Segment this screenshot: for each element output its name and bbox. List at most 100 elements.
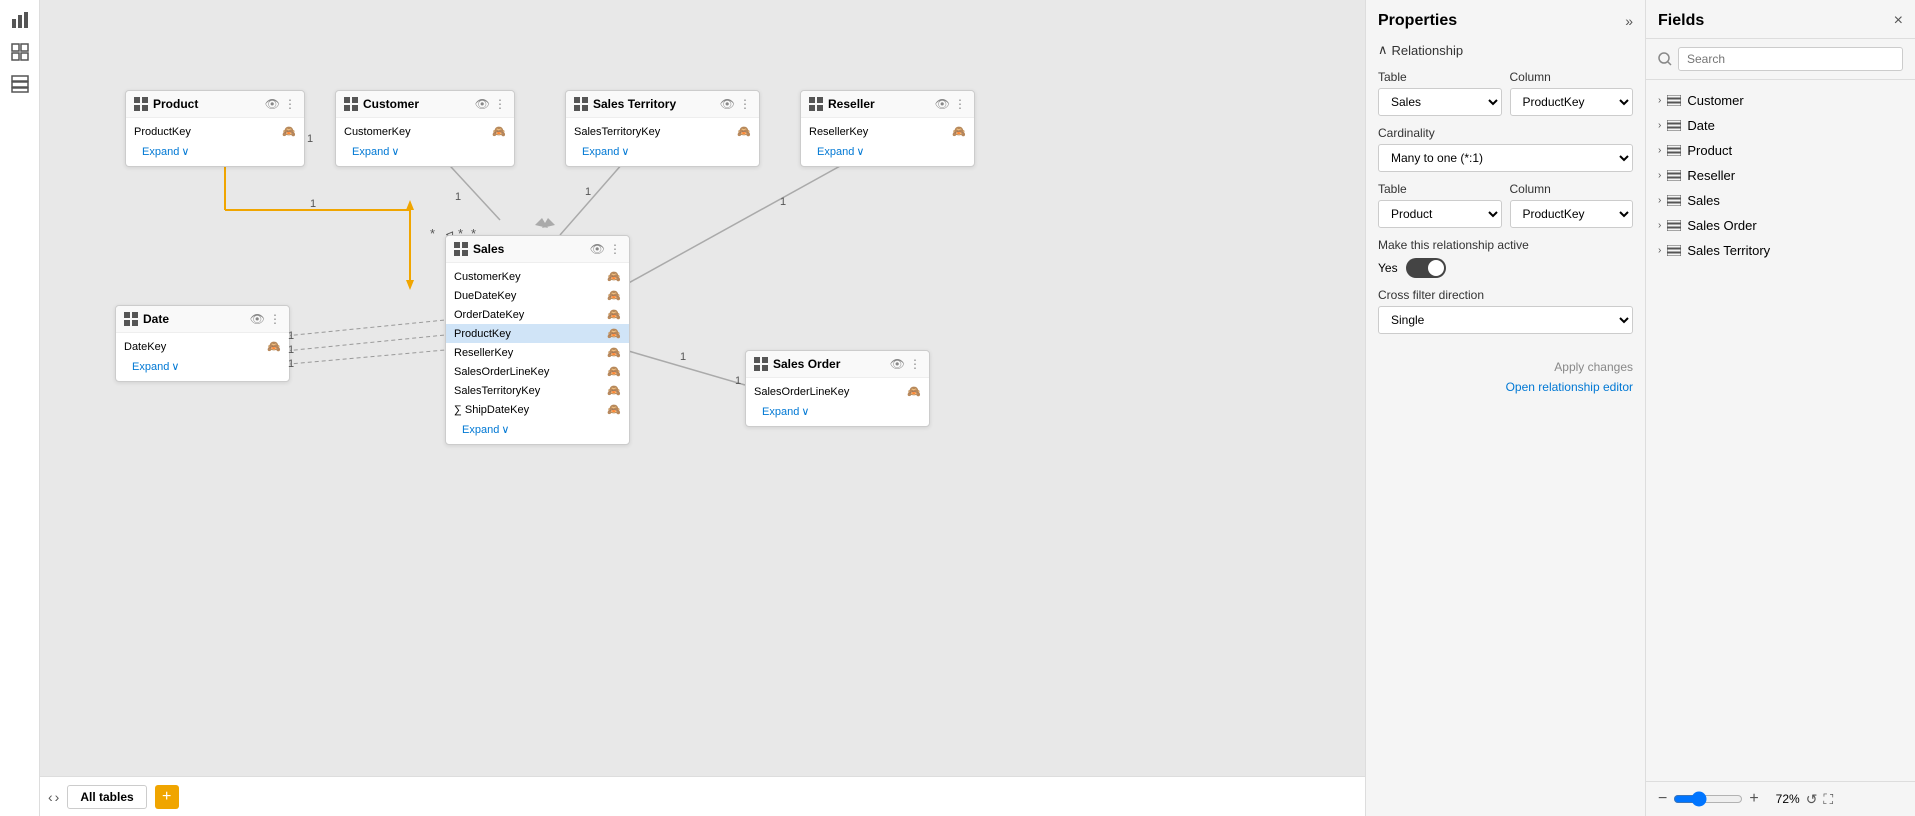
column-select-2[interactable]: ProductKey <box>1510 200 1634 228</box>
table-select-2[interactable]: Product Sales Customer Reseller Date Sal… <box>1378 200 1502 228</box>
sales-field-duedatekey[interactable]: DueDateKey 🙈 <box>454 286 621 305</box>
customer-more-icon[interactable]: ⋮ <box>494 97 506 111</box>
table-date-header[interactable]: Date 👁 ⋮ <box>116 306 289 333</box>
fields-panel: Fields × › Customer › Date › Product › R… <box>1645 0 1915 816</box>
field-item-date[interactable]: › Date <box>1646 113 1915 138</box>
active-label: Make this relationship active <box>1378 238 1633 252</box>
sales-field-productkey[interactable]: ProductKey 🙈 <box>446 324 629 343</box>
fit-icon-btn[interactable]: ⛶ <box>1823 791 1833 808</box>
table-select-1[interactable]: Sales Customer Product Reseller Date Sal… <box>1378 88 1502 116</box>
customer-customerkey-hidden-icon: 🙈 <box>492 125 506 138</box>
sales-field-resellerkey[interactable]: ResellerKey 🙈 <box>454 343 621 362</box>
tab-prev-btn[interactable]: ‹ <box>48 789 53 805</box>
zoom-minus-btn[interactable]: − <box>1658 790 1667 808</box>
customer-expand[interactable]: Expand ∨ <box>344 141 506 162</box>
fields-header: Fields × <box>1646 0 1915 39</box>
fields-list: › Customer › Date › Product › Reseller ›… <box>1646 80 1915 781</box>
salesterritory-more-icon[interactable]: ⋮ <box>739 97 751 111</box>
salesorder-eye-icon[interactable]: 👁 <box>890 357 905 371</box>
sales-field-salesterritorykey[interactable]: SalesTerritoryKey 🙈 <box>454 381 621 400</box>
salesterritory-expand[interactable]: Expand ∨ <box>574 141 751 162</box>
reseller-more-icon[interactable]: ⋮ <box>954 97 966 111</box>
canvas-area: 1 1 1 1 * * * 1 1 1 1 <box>40 0 1365 816</box>
table-customer-header[interactable]: Customer 👁 ⋮ <box>336 91 514 118</box>
zoom-value: 72% <box>1765 792 1800 806</box>
sales-field-orderdatekey[interactable]: OrderDateKey 🙈 <box>454 305 621 324</box>
section-collapse-icon[interactable]: ∧ <box>1378 42 1388 58</box>
apply-changes-link[interactable]: Apply changes <box>1554 360 1633 374</box>
bar-chart-icon[interactable] <box>8 8 32 32</box>
grid-icon[interactable] <box>8 40 32 64</box>
tab-next-btn[interactable]: › <box>55 789 60 805</box>
salesterritory-eye-icon[interactable]: 👁 <box>720 97 735 111</box>
date-table-icon <box>1667 120 1681 131</box>
field-item-salesterritory[interactable]: › Sales Territory <box>1646 238 1915 263</box>
salesterritory-hidden-icon: 🙈 <box>737 125 751 138</box>
reset-zoom-btn[interactable]: ↺ <box>1806 791 1818 808</box>
table-product-title: Product <box>153 97 198 111</box>
fields-search-input[interactable] <box>1678 47 1903 71</box>
table-salesterritory-header[interactable]: Sales Territory 👁 ⋮ <box>566 91 759 118</box>
product-field-productkey[interactable]: ProductKey 🙈 <box>134 122 296 141</box>
cardinality-select[interactable]: Many to one (*:1) One to many (1:*) One … <box>1378 144 1633 172</box>
date-expand[interactable]: Expand ∨ <box>124 356 281 377</box>
sales-expand[interactable]: Expand ∨ <box>454 419 621 440</box>
reseller-eye-icon[interactable]: 👁 <box>935 97 950 111</box>
field-item-sales[interactable]: › Sales <box>1646 188 1915 213</box>
zoom-plus-btn[interactable]: + <box>1749 790 1758 808</box>
canvas[interactable]: 1 1 1 1 * * * 1 1 1 1 <box>40 0 1365 776</box>
salesorder-cardinality-label: 1 <box>735 375 741 387</box>
reseller-field-resellerkey[interactable]: ResellerKey 🙈 <box>809 122 966 141</box>
cross-filter-select[interactable]: Single Both <box>1378 306 1633 334</box>
sales-table-icon <box>1667 195 1681 206</box>
reseller-table-icon <box>1667 170 1681 181</box>
field-item-product[interactable]: › Product <box>1646 138 1915 163</box>
add-tab-button[interactable]: + <box>155 785 179 809</box>
salesorder-more-icon[interactable]: ⋮ <box>909 357 921 371</box>
fields-search-bar <box>1646 39 1915 80</box>
properties-collapse-btn[interactable]: » <box>1625 13 1633 29</box>
product-expand[interactable]: Expand ∨ <box>134 141 296 162</box>
product-eye-icon[interactable]: 👁 <box>265 97 280 111</box>
svg-text:1: 1 <box>455 191 461 203</box>
salesorder-field-salesorderlinekey[interactable]: SalesOrderLineKey 🙈 <box>754 382 921 401</box>
sidebar <box>0 0 40 816</box>
field-item-customer[interactable]: › Customer <box>1646 88 1915 113</box>
table-column-row-1: Table Sales Customer Product Reseller Da… <box>1378 70 1633 116</box>
active-toggle[interactable] <box>1406 258 1446 278</box>
table-salesorder-header[interactable]: Sales Order 👁 ⋮ <box>746 351 929 378</box>
all-tables-tab[interactable]: All tables <box>67 785 146 809</box>
toggle-knob <box>1428 260 1444 276</box>
date-cardinality-2: 1 <box>288 344 294 356</box>
field-item-salesorder[interactable]: › Sales Order <box>1646 213 1915 238</box>
properties-header: Properties » <box>1378 12 1633 30</box>
cardinality-row: Cardinality Many to one (*:1) One to man… <box>1378 126 1633 172</box>
properties-panel: Properties » ∧ Relationship Table Sales … <box>1365 0 1645 816</box>
reseller-expand[interactable]: Expand ∨ <box>809 141 966 162</box>
column-select-1[interactable]: ProductKey CustomerKey DueDateKey OrderD… <box>1510 88 1634 116</box>
sales-field-salesorderlinekey[interactable]: SalesOrderLineKey 🙈 <box>454 362 621 381</box>
sales-field-customerkey[interactable]: CustomerKey 🙈 <box>454 267 621 286</box>
product-more-icon[interactable]: ⋮ <box>284 97 296 111</box>
salesterritory-expand-icon: › <box>1658 245 1661 256</box>
fields-close-btn[interactable]: × <box>1894 12 1903 30</box>
table-product-header[interactable]: Product 👁 ⋮ <box>126 91 304 118</box>
date-more-icon[interactable]: ⋮ <box>269 312 281 326</box>
field-item-reseller[interactable]: › Reseller <box>1646 163 1915 188</box>
sales-eye-icon[interactable]: 👁 <box>590 242 605 256</box>
date-eye-icon[interactable]: 👁 <box>250 312 265 326</box>
sales-more-icon[interactable]: ⋮ <box>609 242 621 256</box>
customer-eye-icon[interactable]: 👁 <box>475 97 490 111</box>
salesterritory-field[interactable]: SalesTerritoryKey 🙈 <box>574 122 751 141</box>
layers-icon[interactable] <box>8 72 32 96</box>
customer-field-customerkey[interactable]: CustomerKey 🙈 <box>344 122 506 141</box>
date-field-datekey[interactable]: DateKey 🙈 <box>124 337 281 356</box>
table-reseller-header[interactable]: Reseller 👁 ⋮ <box>801 91 974 118</box>
sales-field-shipdatekey[interactable]: ∑ ShipDateKey 🙈 <box>454 400 621 419</box>
open-editor-link[interactable]: Open relationship editor <box>1506 380 1633 394</box>
table-date: Date 👁 ⋮ DateKey 🙈 Expand ∨ <box>115 305 290 382</box>
salesorder-expand[interactable]: Expand ∨ <box>754 401 921 422</box>
table-reseller: Reseller 👁 ⋮ ResellerKey 🙈 Expand ∨ <box>800 90 975 167</box>
table-sales-header[interactable]: Sales 👁 ⋮ <box>446 236 629 263</box>
zoom-slider[interactable] <box>1673 791 1743 807</box>
